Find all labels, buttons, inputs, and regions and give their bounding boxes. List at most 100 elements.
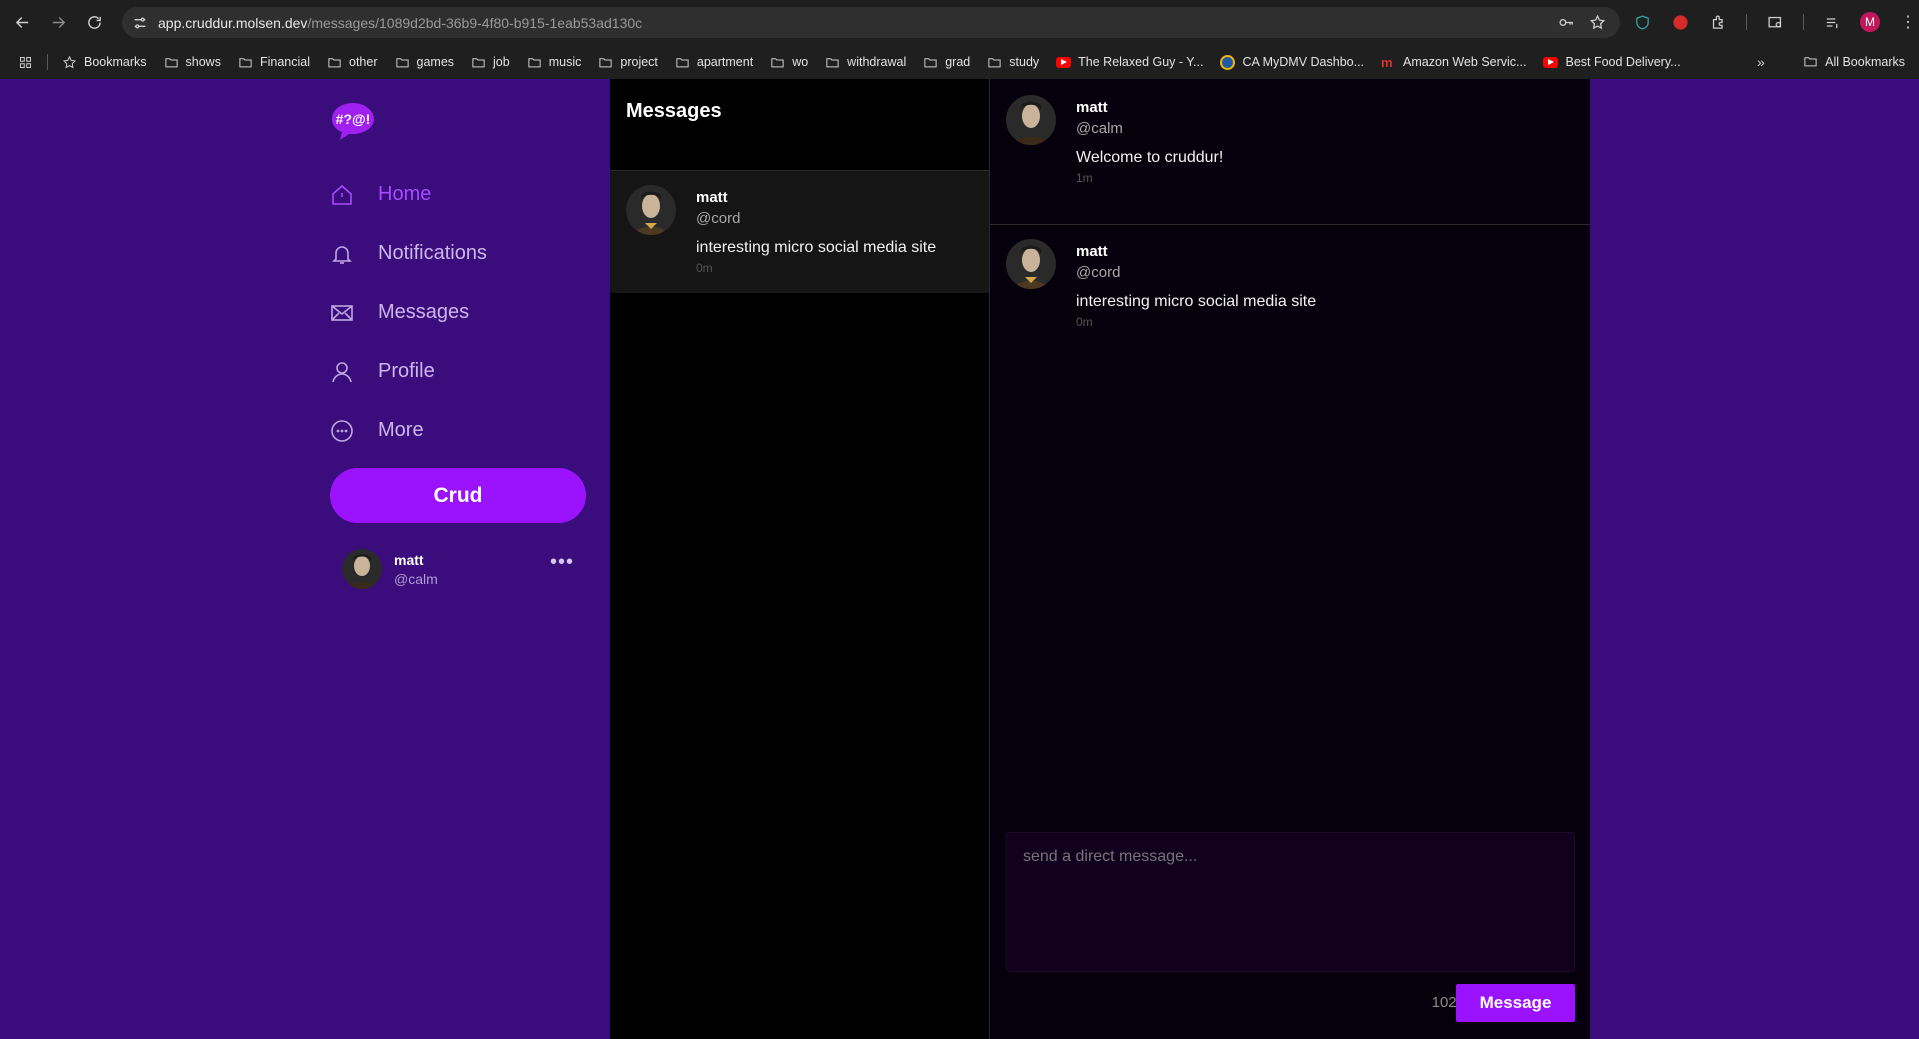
message-time: 0m [1076,315,1093,329]
folder-icon [1804,57,1817,67]
message-sender-handle: @cord [1076,264,1121,281]
page-title: Messages [626,100,722,122]
bookmark-item[interactable]: CA MyDMV Dashbo... [1220,54,1365,70]
apps-button[interactable] [18,55,33,70]
conversation-name: matt [696,189,728,206]
avatar [1006,239,1056,289]
avatar [626,185,676,235]
reload-icon [87,16,101,29]
toolbar-separator [1746,14,1747,30]
bookmark-item[interactable]: study [987,55,1039,70]
bookmark-label: project [620,55,658,69]
star-icon[interactable] [1589,14,1606,31]
dmv-icon [1220,54,1236,70]
message-text: Welcome to cruddur! [1076,149,1224,166]
nav-more[interactable]: More [330,401,487,460]
key-icon[interactable] [1558,14,1575,31]
bookmark-item[interactable]: Financial [238,55,310,70]
bookmark-label: withdrawal [847,55,907,69]
crud-button[interactable]: Crud [330,468,586,523]
bookmark-item[interactable]: shows [164,55,221,70]
tab-search-icon[interactable] [1765,12,1785,32]
bookmark-item[interactable]: withdrawal [825,55,906,70]
folder-icon [328,57,341,67]
address-bar[interactable]: app.cruddur.molsen.dev/messages/1089d2bd… [122,7,1620,38]
bookmark-item[interactable]: grad [923,55,970,70]
forward-button[interactable] [40,5,76,41]
bookmark-item[interactable]: other [327,55,378,70]
folder-icon [676,57,689,67]
bookmark-item[interactable]: apartment [675,55,753,70]
bookmark-label: CA MyDMV Dashbo... [1242,55,1365,69]
message-sender-name: matt [1076,99,1108,116]
current-user-card[interactable]: matt @calm ••• [342,545,574,593]
media-control-icon[interactable] [1822,12,1842,32]
bookmark-label: job [493,55,510,69]
bookmark-list: Bookmarks shows Financial other games job musi… [62,54,1698,70]
arrow-left-icon [15,17,28,28]
bell-icon [332,245,352,264]
site-settings-icon[interactable] [132,15,148,31]
bookmark-item[interactable]: music [527,55,582,70]
reload-button[interactable] [76,5,112,41]
nav-home-label: Home [378,183,432,205]
main-nav: Home Notifications Messages Profile More [330,165,487,460]
bookmark-item[interactable]: games [395,55,455,70]
message-text: interesting micro social media site [1076,293,1317,310]
bookmark-item[interactable]: wo [770,55,808,70]
nav-notifications-label: Notifications [378,242,487,264]
aws-icon: m [1381,54,1393,70]
nav-home[interactable]: Home [330,165,487,224]
profile-avatar[interactable]: M [1860,12,1880,32]
avatar [342,549,382,589]
bookmark-item[interactable]: The Relaxed Guy - Y... [1056,55,1203,69]
bookmark-label: Best Food Delivery... [1565,55,1681,69]
nav-messages[interactable]: Messages [330,283,487,342]
nav-profile-label: Profile [378,360,435,382]
arrow-right-icon [52,17,65,28]
ellipsis-icon[interactable]: ••• [550,551,574,574]
message-item: matt @cord interesting micro social medi… [990,225,1590,369]
conversation-handle: @cord [696,210,741,227]
send-message-button[interactable]: Message [1456,984,1575,1022]
folder-icon [826,57,839,67]
back-button[interactable] [4,5,40,41]
bookmark-item[interactable]: Best Food Delivery... [1543,55,1681,69]
bookmark-label: games [416,55,455,69]
bookmark-label: The Relaxed Guy - Y... [1078,55,1204,69]
bookmark-item[interactable]: m Amazon Web Servic... [1381,55,1526,69]
nav-messages-label: Messages [378,301,470,323]
conversation-item[interactable]: matt @cord interesting micro social medi… [610,171,989,293]
message-input[interactable] [1006,832,1575,972]
cruddur-app: #?@! Home Notifications Messages Profile… [0,79,1919,1039]
kebab-menu-icon[interactable]: ⋮ [1898,12,1918,32]
user-icon [332,361,352,382]
bookmark-item[interactable]: Bookmarks [62,55,147,70]
all-bookmarks-button[interactable]: All Bookmarks [1803,54,1905,69]
browser-toolbar: app.cruddur.molsen.dev/messages/1089d2bd… [0,0,1919,45]
all-bookmarks-label: All Bookmarks [1825,54,1905,69]
conversation-preview: interesting micro social media site [696,239,937,256]
nav-profile[interactable]: Profile [330,342,487,401]
nav-notifications[interactable]: Notifications [330,224,487,283]
current-user-handle: @calm [394,570,438,587]
bookmark-label: wo [792,55,809,69]
shield-extension-icon[interactable] [1632,12,1652,32]
nav-more-label: More [378,419,424,441]
bookmark-label: music [548,55,582,69]
hand-extension-icon[interactable] [1670,12,1690,32]
more-bookmarks-chevron-icon[interactable]: » [1757,54,1765,70]
messages-list-header: Messages [610,79,989,171]
bookmark-label: grad [945,55,971,69]
bookmark-label: study [1009,55,1040,69]
logo-text: #?@! [336,111,371,127]
puzzle-extensions-icon[interactable] [1708,12,1728,32]
bookmark-item[interactable]: project [598,55,658,70]
avatar [1006,95,1056,145]
cruddur-logo[interactable]: #?@! [330,101,376,141]
toolbar-separator [1803,14,1804,30]
bookmark-label: Bookmarks [84,55,147,69]
bookmark-item[interactable]: job [471,55,510,70]
bookmark-label: Amazon Web Servic... [1403,55,1527,69]
star-icon [62,55,77,68]
